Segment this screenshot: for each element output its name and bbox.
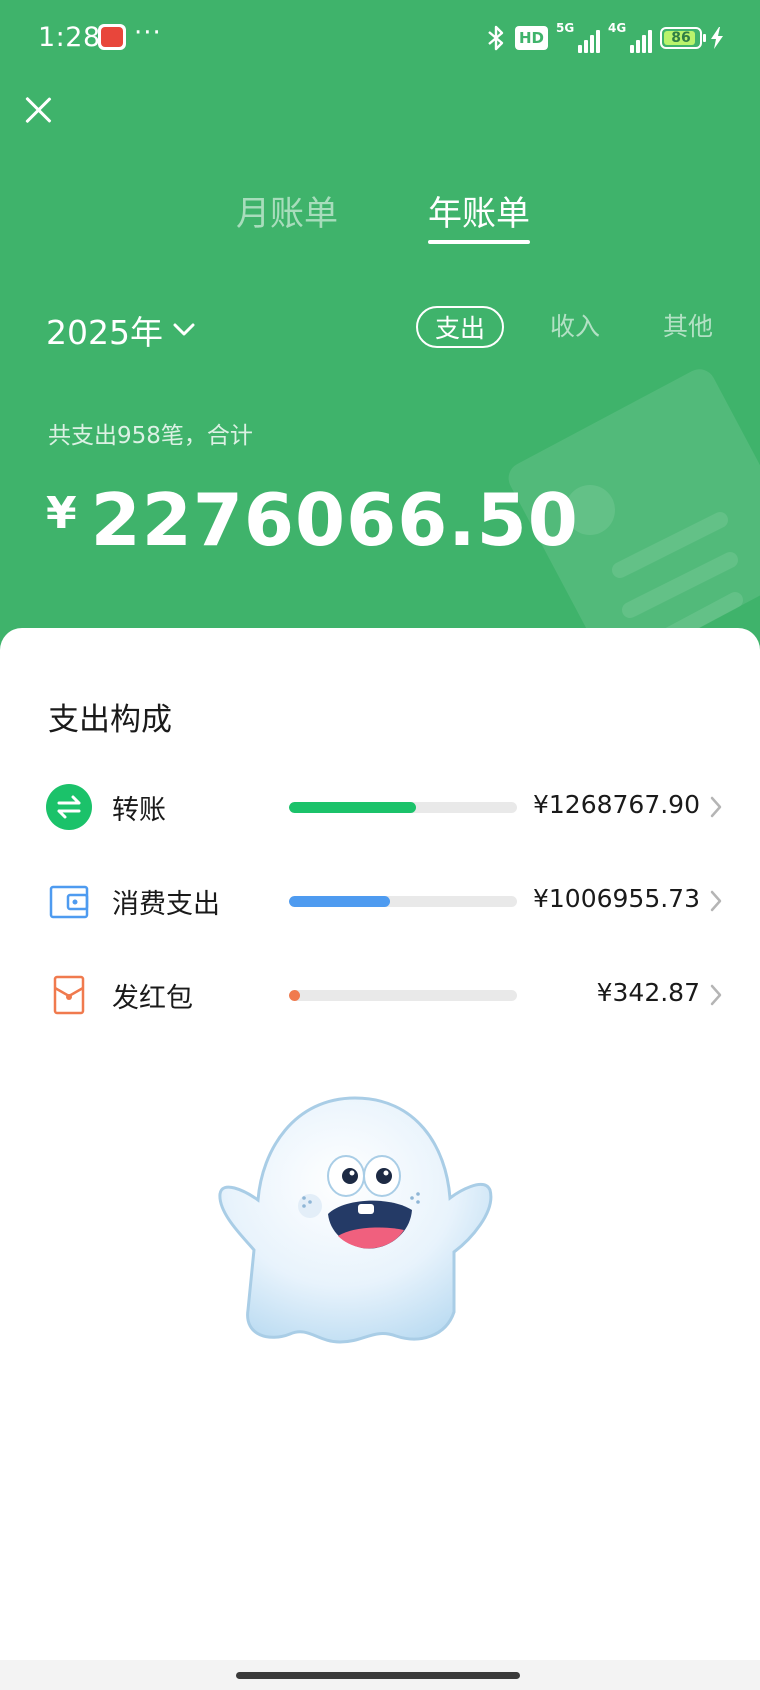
chevron-down-icon: [173, 323, 195, 336]
share-bar-fill: [289, 896, 390, 907]
transfer-icon: [46, 784, 92, 830]
row-amount: ¥1006955.73: [532, 884, 700, 913]
home-indicator[interactable]: [236, 1672, 520, 1679]
expense-summary: 共支出958笔，合计: [48, 423, 253, 449]
year-selector[interactable]: 2025年: [46, 306, 195, 354]
chevron-right-icon: [710, 796, 722, 818]
signal-4g-icon: 4G: [608, 21, 652, 53]
signal-5g-icon: 5G: [556, 21, 600, 53]
charging-icon: [711, 27, 723, 49]
share-bar-fill: [289, 802, 416, 813]
filter-income-button[interactable]: 收入: [550, 306, 600, 348]
share-bar: [289, 990, 517, 1001]
chevron-right-icon: [710, 890, 722, 912]
year-label: 2025年: [46, 313, 163, 352]
chevron-right-icon: [710, 984, 722, 1006]
ghost-mascot-icon: [218, 1096, 493, 1344]
more-notifications-icon: ···: [134, 18, 162, 48]
battery-level: 86: [671, 30, 691, 46]
close-icon[interactable]: [20, 92, 56, 128]
filter-expense-button[interactable]: 支出: [416, 306, 504, 348]
share-bar: [289, 896, 517, 907]
composition-row-red-packet[interactable]: 发红包 ¥342.87: [0, 964, 760, 1024]
row-amount: ¥1268767.90: [532, 790, 700, 819]
app-notification-icon: [98, 24, 126, 50]
tab-yearly-bill[interactable]: 年账单: [428, 186, 530, 244]
system-nav-bar: [0, 1660, 760, 1690]
composition-row-transfer[interactable]: 转账 ¥1268767.90: [0, 776, 760, 836]
row-label: 发红包: [112, 983, 193, 1014]
currency-symbol: ¥: [46, 488, 77, 539]
bluetooth-icon: [488, 25, 504, 51]
section-title: 支出构成: [48, 702, 172, 738]
row-label: 消费支出: [112, 889, 220, 920]
wallet-icon: [49, 885, 89, 919]
total-amount: 2276066.50: [90, 478, 579, 562]
red-packet-icon: [53, 975, 85, 1015]
tab-monthly-bill[interactable]: 月账单: [236, 186, 338, 236]
share-bar: [289, 802, 517, 813]
battery-icon: 86: [660, 27, 706, 49]
share-bar-fill: [289, 990, 301, 1001]
status-bar: 1:28 ··· HD 5G 4G 86: [0, 0, 760, 76]
filter-other-button[interactable]: 其他: [663, 306, 713, 348]
row-amount: ¥342.87: [596, 978, 700, 1007]
bill-header: 1:28 ··· HD 5G 4G 86 月账单 年账单 2025年 支出 收入…: [0, 0, 760, 660]
hd-voice-icon: HD: [514, 26, 548, 50]
row-label: 转账: [112, 795, 166, 826]
composition-row-consumption[interactable]: 消费支出 ¥1006955.73: [0, 870, 760, 930]
status-icons: HD 5G 4G 86: [485, 21, 724, 54]
expense-total: ¥ 2276066.50: [46, 478, 579, 562]
status-time: 1:28: [38, 22, 101, 53]
